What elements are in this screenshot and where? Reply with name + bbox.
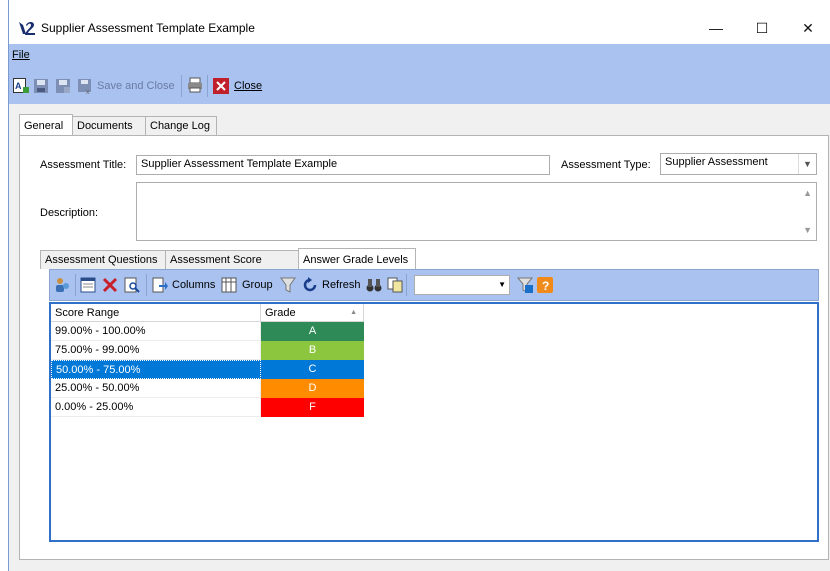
svg-text:A: A — [15, 81, 22, 91]
delete-icon[interactable] — [102, 277, 118, 293]
toolbar-separator — [207, 75, 208, 97]
grade-cell[interactable]: D — [261, 379, 364, 398]
new-record-icon[interactable]: A — [13, 78, 29, 94]
grid-toolbar: Columns Group Refresh ▼ ? — [49, 269, 819, 301]
grade-cell[interactable]: F — [261, 398, 364, 417]
assessment-type-value: Supplier Assessment — [665, 156, 768, 168]
tab-general[interactable]: General — [19, 114, 73, 135]
score-range-cell[interactable]: 50.00% - 75.00% — [51, 360, 261, 379]
close-button[interactable]: Close — [234, 80, 262, 92]
export-icon[interactable] — [152, 277, 168, 293]
tab-assessment-questions[interactable]: Assessment Questions — [40, 250, 166, 269]
grade-levels-grid: Score Range Grade ▲ 99.00% - 100.00% A 75.… — [49, 302, 819, 542]
tab-change-log[interactable]: Change Log — [145, 116, 217, 135]
toolbar-separator — [75, 274, 76, 296]
columns-icon[interactable] — [221, 277, 237, 293]
print-icon[interactable] — [187, 77, 203, 93]
assessment-type-label: Assessment Type: — [561, 159, 651, 171]
assessment-type-select[interactable]: Supplier Assessment ▼ — [660, 153, 817, 175]
grade-cell[interactable]: C — [261, 360, 364, 379]
close-icon: ✕ — [802, 19, 814, 36]
description-label: Description: — [40, 207, 99, 219]
svg-text:?: ? — [542, 279, 549, 293]
scroll-up-icon[interactable]: ▲ — [803, 188, 812, 198]
refresh-icon[interactable] — [302, 277, 318, 293]
score-range-cell[interactable]: 99.00% - 100.00% — [51, 322, 261, 341]
v2-logo-icon — [19, 22, 35, 35]
preview-icon[interactable] — [124, 277, 140, 293]
window-title: Supplier Assessment Template Example — [41, 21, 255, 35]
application-window: Supplier Assessment Template Example — ☐… — [8, 0, 830, 571]
columns-button[interactable]: Columns — [172, 279, 215, 291]
copy-icon[interactable] — [387, 277, 403, 293]
close-icon[interactable] — [213, 78, 229, 94]
clear-filter-icon[interactable] — [517, 277, 533, 293]
toolbar-separator — [181, 75, 182, 97]
svg-text:x: x — [86, 89, 90, 94]
title-bar: Supplier Assessment Template Example — ☐… — [9, 0, 830, 44]
binoculars-icon[interactable] — [366, 277, 382, 293]
column-header-grade[interactable]: Grade ▲ — [261, 304, 364, 322]
score-range-cell[interactable]: 75.00% - 99.00% — [51, 341, 261, 360]
grade-cell[interactable]: A — [261, 322, 364, 341]
minimize-icon: — — [709, 20, 723, 36]
tab-assessment-score-rating[interactable]: Assessment Score Rating — [165, 250, 299, 285]
table-row[interactable]: 25.00% - 50.00% D — [51, 379, 364, 398]
column-header-score-range[interactable]: Score Range — [51, 304, 261, 322]
close-window-button[interactable]: ✕ — [785, 14, 830, 42]
help-icon[interactable]: ? — [537, 277, 553, 293]
menu-bar: File — [9, 44, 830, 68]
refresh-button[interactable]: Refresh — [322, 279, 361, 291]
form-icon[interactable] — [80, 277, 96, 293]
save-close-icon[interactable]: x — [77, 78, 93, 94]
grade-header-label: Grade — [265, 307, 296, 319]
main-toolbar: A x Save and Close Close — [9, 68, 830, 104]
scroll-down-icon[interactable]: ▼ — [803, 225, 812, 235]
chevron-down-icon[interactable]: ▼ — [798, 154, 816, 174]
sort-ascending-icon: ▲ — [350, 309, 357, 316]
filter-icon[interactable] — [280, 277, 296, 293]
save-icon[interactable] — [33, 78, 49, 94]
table-row[interactable]: 99.00% - 100.00% A — [51, 322, 364, 341]
minimize-button[interactable]: — — [693, 14, 739, 42]
table-row[interactable]: 50.00% - 75.00% C — [51, 360, 364, 379]
tab-answer-grade-levels[interactable]: Answer Grade Levels — [298, 248, 416, 269]
group-button[interactable]: Group — [242, 279, 273, 291]
description-textarea[interactable]: ▲ ▼ — [136, 182, 817, 241]
toolbar-separator — [406, 274, 407, 296]
save-and-close-button[interactable]: Save and Close — [97, 80, 175, 92]
users-icon[interactable] — [54, 277, 70, 293]
maximize-button[interactable]: ☐ — [739, 14, 785, 42]
toolbar-separator — [146, 274, 147, 296]
table-row[interactable]: 75.00% - 99.00% B — [51, 341, 364, 360]
chevron-down-icon[interactable]: ▼ — [498, 280, 506, 289]
menu-file[interactable]: File — [12, 49, 30, 61]
save-new-icon[interactable] — [55, 78, 71, 94]
grade-cell[interactable]: B — [261, 341, 364, 360]
assessment-title-label: Assessment Title: — [40, 159, 127, 171]
filter-dropdown[interactable]: ▼ — [414, 275, 510, 295]
tab-documents[interactable]: Documents — [72, 116, 146, 135]
assessment-title-input[interactable]: Supplier Assessment Template Example — [136, 155, 550, 175]
maximize-icon: ☐ — [755, 19, 769, 36]
score-range-cell[interactable]: 0.00% - 25.00% — [51, 398, 261, 417]
table-row[interactable]: 0.00% - 25.00% F — [51, 398, 364, 417]
score-range-cell[interactable]: 25.00% - 50.00% — [51, 379, 261, 398]
